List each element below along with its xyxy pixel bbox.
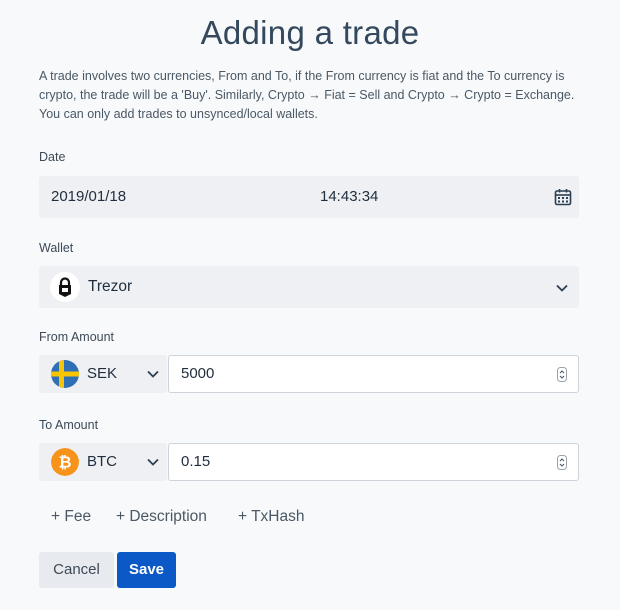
add-description-link[interactable]: + Description bbox=[116, 508, 207, 526]
add-fee-link[interactable]: + Fee bbox=[51, 508, 91, 526]
to-amount-input[interactable]: 0.15 bbox=[168, 443, 579, 481]
from-amount-label: From Amount bbox=[39, 330, 115, 344]
chevron-down-icon[interactable] bbox=[147, 458, 159, 466]
to-currency-code: BTC bbox=[87, 453, 117, 470]
wallet-label: Wallet bbox=[39, 241, 74, 255]
number-spinner-icon[interactable] bbox=[557, 367, 567, 382]
number-spinner-icon[interactable] bbox=[557, 455, 567, 470]
to-amount-label: To Amount bbox=[39, 418, 99, 432]
date-value[interactable]: 2019/01/18 bbox=[51, 188, 126, 205]
from-currency-select[interactable]: SEK bbox=[39, 355, 167, 393]
cancel-button[interactable]: Cancel bbox=[39, 552, 114, 588]
chevron-down-icon[interactable] bbox=[147, 370, 159, 378]
trezor-icon bbox=[50, 272, 80, 302]
time-value[interactable]: 14:43:34 bbox=[320, 188, 378, 205]
trade-description: A trade involves two currencies, From an… bbox=[39, 69, 575, 121]
svg-text:₿: ₿ bbox=[58, 453, 71, 472]
save-button[interactable]: Save bbox=[117, 552, 176, 588]
date-time-field[interactable]: 2019/01/18 14:43:34 bbox=[39, 176, 579, 218]
from-currency-code: SEK bbox=[87, 365, 118, 382]
add-txhash-link[interactable]: + TxHash bbox=[238, 508, 304, 526]
date-label: Date bbox=[39, 150, 66, 164]
chevron-down-icon[interactable] bbox=[556, 284, 568, 292]
calendar-icon[interactable] bbox=[554, 188, 572, 206]
bitcoin-icon: ₿ bbox=[51, 448, 79, 476]
from-amount-value[interactable]: 5000 bbox=[181, 365, 214, 382]
page-title: Adding a trade bbox=[200, 14, 420, 51]
wallet-select[interactable]: Trezor bbox=[39, 266, 579, 308]
sweden-flag-icon bbox=[51, 360, 79, 388]
to-currency-select[interactable]: ₿ BTC bbox=[39, 443, 167, 481]
to-amount-value[interactable]: 0.15 bbox=[181, 453, 210, 470]
from-amount-input[interactable]: 5000 bbox=[168, 355, 579, 393]
wallet-selected-value: Trezor bbox=[88, 278, 133, 295]
